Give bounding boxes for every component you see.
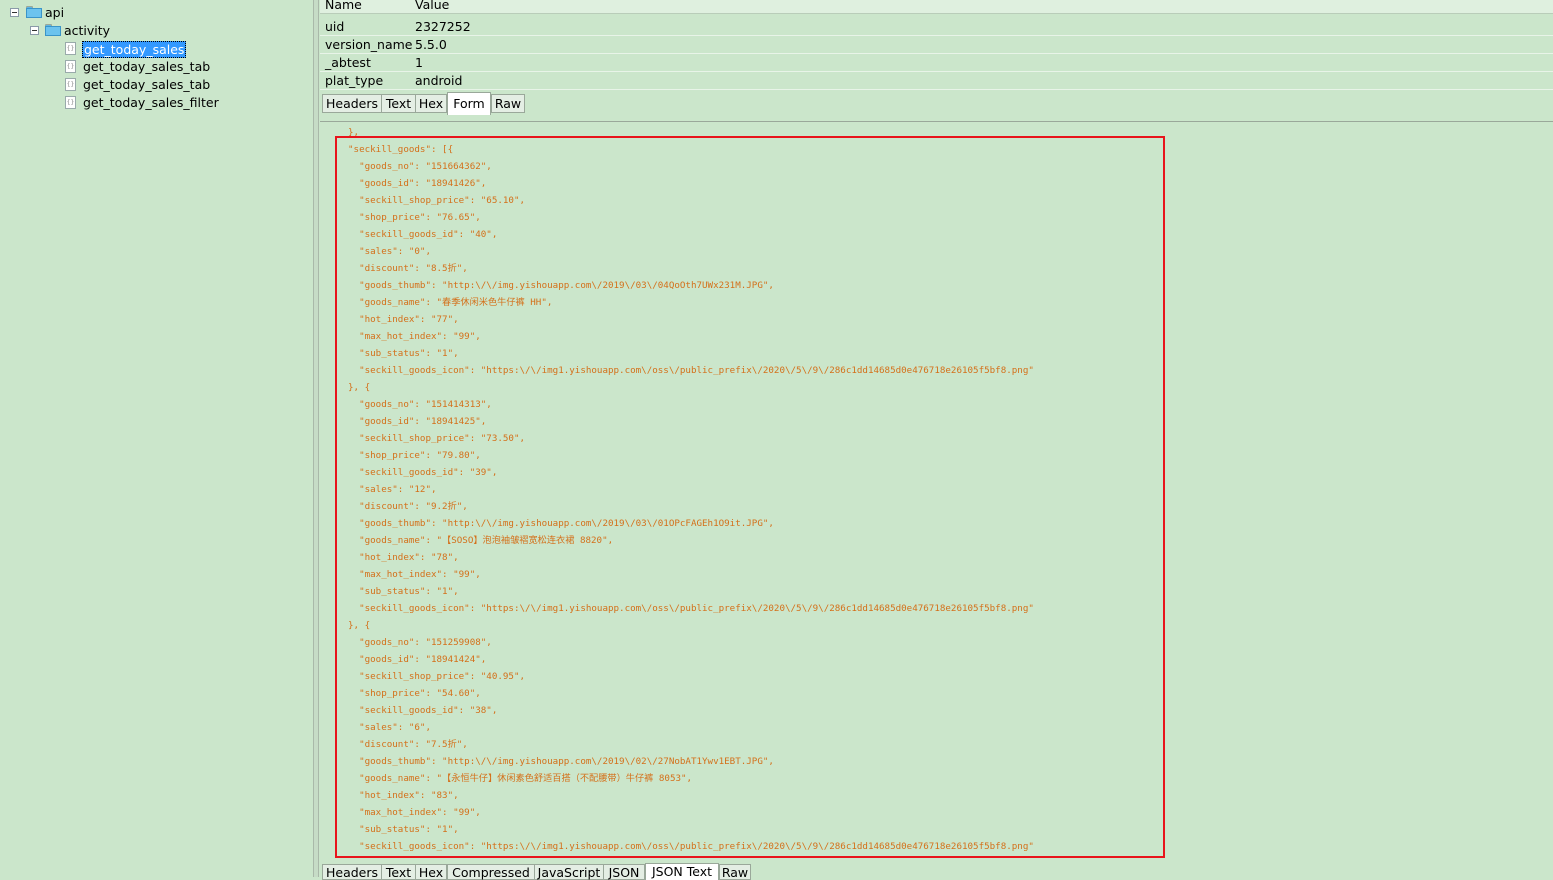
response-tabs: Headers Text Hex Compressed JavaScript J… <box>320 862 1553 880</box>
column-header-name[interactable]: Name <box>325 0 362 14</box>
inspector-panel: Name Value uid 2327252 version_name 5.5.… <box>320 0 1553 880</box>
highlight-box <box>335 136 1165 858</box>
tab-headers[interactable]: Headers <box>322 94 382 113</box>
tree-item-label: activity <box>64 23 111 38</box>
pane-splitter[interactable] <box>313 0 319 877</box>
tab-json-text[interactable]: JSON Text <box>645 863 719 880</box>
folder-icon <box>26 6 42 18</box>
request-tree-panel: api activity {} get_today_sales {} get_t… <box>0 0 313 877</box>
tab-javascript[interactable]: JavaScript <box>534 864 604 880</box>
tab-headers[interactable]: Headers <box>322 864 382 880</box>
collapse-toggle-icon[interactable] <box>30 26 39 35</box>
param-value: 5.5.0 <box>415 37 447 52</box>
param-value: 2327252 <box>415 19 471 34</box>
tree-item-label: get_today_sales <box>82 41 187 58</box>
grid-row[interactable]: plat_type android <box>320 72 1553 90</box>
json-file-icon: {} <box>65 96 76 109</box>
grid-row[interactable]: version_name 5.5.0 <box>320 36 1553 54</box>
param-name: version_name <box>325 37 413 52</box>
param-name: _abtest <box>325 55 371 70</box>
tab-compressed[interactable]: Compressed <box>447 864 535 880</box>
tree-item-label: get_today_sales_tab <box>83 59 211 74</box>
form-grid: Name Value uid 2327252 version_name 5.5.… <box>320 0 1553 90</box>
tree-item-get-today-sales-tab[interactable]: {} get_today_sales_tab <box>0 76 313 94</box>
grid-row[interactable]: uid 2327252 <box>320 18 1553 36</box>
tree-item-label: get_today_sales_filter <box>83 95 219 110</box>
json-file-icon: {} <box>65 60 76 73</box>
column-header-value[interactable]: Value <box>415 0 449 14</box>
tab-text[interactable]: Text <box>381 94 416 113</box>
grid-header: Name Value <box>320 0 1553 14</box>
json-text-view[interactable]: }, "seckill_goods": [{ "goods_no": "15166… <box>320 121 1553 862</box>
tab-hex[interactable]: Hex <box>415 864 447 880</box>
tree-item-label: api <box>45 5 65 20</box>
param-value: 1 <box>415 55 423 70</box>
param-name: plat_type <box>325 73 384 88</box>
json-file-icon: {} <box>65 42 76 55</box>
tab-text[interactable]: Text <box>381 864 416 880</box>
request-tabs: Headers Text Hex Form Raw <box>322 92 722 115</box>
tab-hex[interactable]: Hex <box>415 94 447 113</box>
grid-row[interactable]: _abtest 1 <box>320 54 1553 72</box>
tree-item-api[interactable]: api <box>0 4 313 22</box>
folder-icon <box>45 24 61 36</box>
tree-item-get-today-sales-tab[interactable]: {} get_today_sales_tab <box>0 58 313 76</box>
param-name: uid <box>325 19 345 34</box>
tree-item-get-today-sales[interactable]: {} get_today_sales <box>0 40 313 58</box>
tab-raw[interactable]: Raw <box>491 94 525 113</box>
tab-json[interactable]: JSON <box>603 864 645 880</box>
tree-item-get-today-sales-filter[interactable]: {} get_today_sales_filter <box>0 94 313 112</box>
tree-item-label: get_today_sales_tab <box>83 77 211 92</box>
tab-form[interactable]: Form <box>447 92 491 115</box>
tab-raw[interactable]: Raw <box>719 864 751 880</box>
collapse-toggle-icon[interactable] <box>10 8 19 17</box>
json-file-icon: {} <box>65 78 76 91</box>
tree-item-activity[interactable]: activity <box>0 22 313 40</box>
param-value: android <box>415 73 463 88</box>
